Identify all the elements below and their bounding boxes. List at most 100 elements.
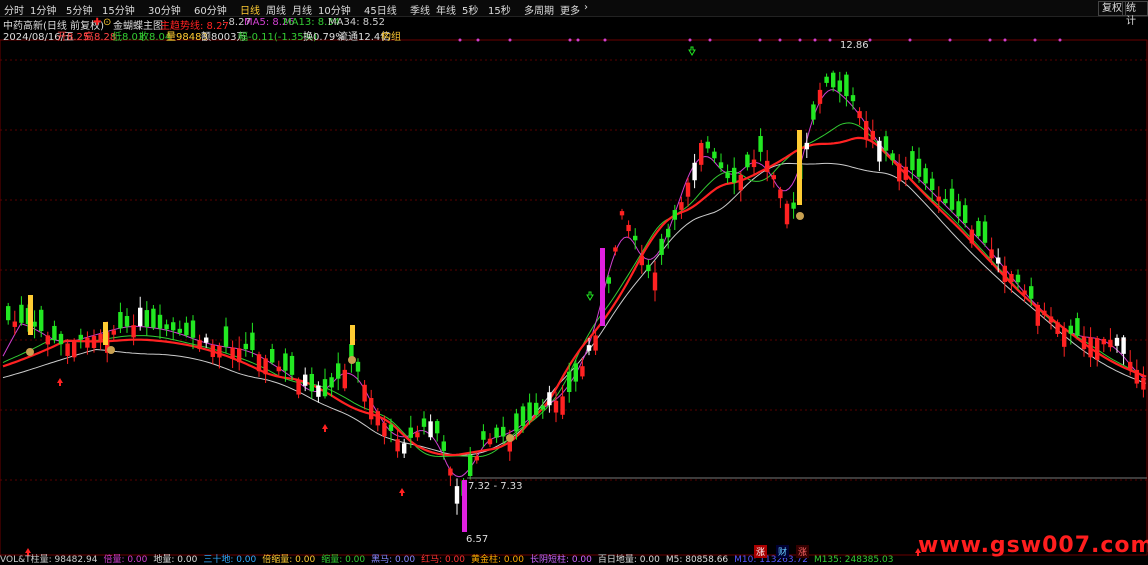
money-bag-icon <box>506 434 514 442</box>
arrow-up-icon <box>399 488 405 496</box>
candle-body <box>982 221 988 243</box>
signal-dot <box>868 38 872 42</box>
candle-body <box>745 154 750 168</box>
candle-body <box>613 247 618 252</box>
candle-body <box>811 104 816 120</box>
candle-body <box>1108 339 1113 348</box>
candle-body <box>751 159 757 168</box>
candle-body <box>692 162 697 181</box>
candle-body <box>1042 310 1047 316</box>
candle-body <box>1141 377 1146 390</box>
gear-icon[interactable]: ⊙ <box>103 17 111 28</box>
candle-body <box>652 272 658 291</box>
signal-dot <box>1058 38 1062 42</box>
vol-item: VOL&T柱量: 98482.94 <box>0 555 98 565</box>
candle-body <box>124 316 130 327</box>
candle-body <box>78 334 83 340</box>
money-bag-icon <box>796 212 804 220</box>
candle-body <box>408 427 413 438</box>
candle-body <box>111 330 116 335</box>
candle-body <box>910 151 915 171</box>
vol-item: M135: 248385.03 <box>813 555 894 565</box>
candle-body <box>309 373 314 392</box>
candle-body <box>65 343 70 356</box>
vol-item: 倍量: 0.00 <box>103 555 148 565</box>
candle-body <box>45 335 50 345</box>
candle-body <box>210 345 215 357</box>
candle-body <box>976 221 981 237</box>
signal-dot <box>1033 38 1037 42</box>
candle-body <box>243 343 248 350</box>
candle-body <box>956 201 961 217</box>
high-price-label: 12.86 <box>840 40 869 51</box>
candle-body <box>540 405 545 410</box>
candle-body <box>573 363 578 382</box>
candle-body <box>718 162 724 169</box>
candle-body <box>864 121 869 139</box>
candle-body <box>230 347 235 360</box>
candle-body <box>580 366 585 377</box>
candle-body <box>560 396 565 415</box>
candle-body <box>6 306 11 321</box>
low-price-label: 6.57 <box>466 534 489 545</box>
candle-body <box>824 76 829 83</box>
candle-body <box>699 143 704 165</box>
vol-item: 地量: 0.00 <box>153 555 198 565</box>
candle-body <box>1088 337 1093 358</box>
signal-dot <box>1003 38 1007 42</box>
ma34-line <box>2 162 1147 456</box>
candle-body <box>395 439 400 452</box>
candle-body <box>98 334 103 341</box>
candle-body <box>289 355 295 375</box>
candle-body <box>256 354 262 372</box>
candle-body <box>1128 361 1133 370</box>
candle-body <box>85 337 90 348</box>
candle-body <box>870 130 875 140</box>
signal-dot <box>508 38 512 42</box>
candle-body <box>586 345 592 351</box>
candle-body <box>1081 336 1087 350</box>
candle-body <box>1029 286 1034 299</box>
tag-label[interactable]: 构组 <box>381 28 401 43</box>
candle-body <box>375 411 380 426</box>
candle-body <box>303 374 308 386</box>
candle-body <box>771 175 776 180</box>
arrow-up-icon <box>57 378 63 386</box>
candle-body <box>369 398 374 420</box>
candle-body <box>1068 325 1073 334</box>
candle-body <box>184 322 189 336</box>
candle-body <box>659 238 664 255</box>
candle-body <box>969 229 974 244</box>
candle-body <box>316 385 321 397</box>
flag-badge: 涨 <box>796 545 810 558</box>
candle-body <box>421 418 427 427</box>
candle-body <box>197 340 202 350</box>
candle-body <box>428 421 433 438</box>
candle-body <box>1022 290 1027 295</box>
vol-item: 百日地量: 0.00 <box>597 555 660 565</box>
signal-bar <box>28 295 33 335</box>
ma13-line <box>2 122 1147 458</box>
vol-item: 倍缩量: 0.00 <box>262 555 316 565</box>
candle-body <box>39 309 44 331</box>
candle-body <box>626 224 631 232</box>
candle-body <box>758 136 763 152</box>
candle-body <box>157 314 163 329</box>
kline-chart[interactable] <box>0 0 1148 565</box>
candle-body <box>237 348 242 363</box>
candle-body <box>989 249 994 259</box>
candle-body <box>619 211 625 216</box>
candle-body <box>1015 274 1021 283</box>
candle-body <box>534 402 539 415</box>
candle-body <box>481 431 486 440</box>
candle-body <box>204 337 209 343</box>
candle-body <box>355 361 361 372</box>
candle-body <box>996 257 1001 264</box>
candle-body <box>276 366 281 372</box>
candle-body <box>1121 337 1126 354</box>
candle-body <box>765 160 770 172</box>
candle-body <box>118 312 123 329</box>
candle-body <box>501 426 506 437</box>
candle-body <box>527 402 532 421</box>
candle-body <box>963 205 968 223</box>
